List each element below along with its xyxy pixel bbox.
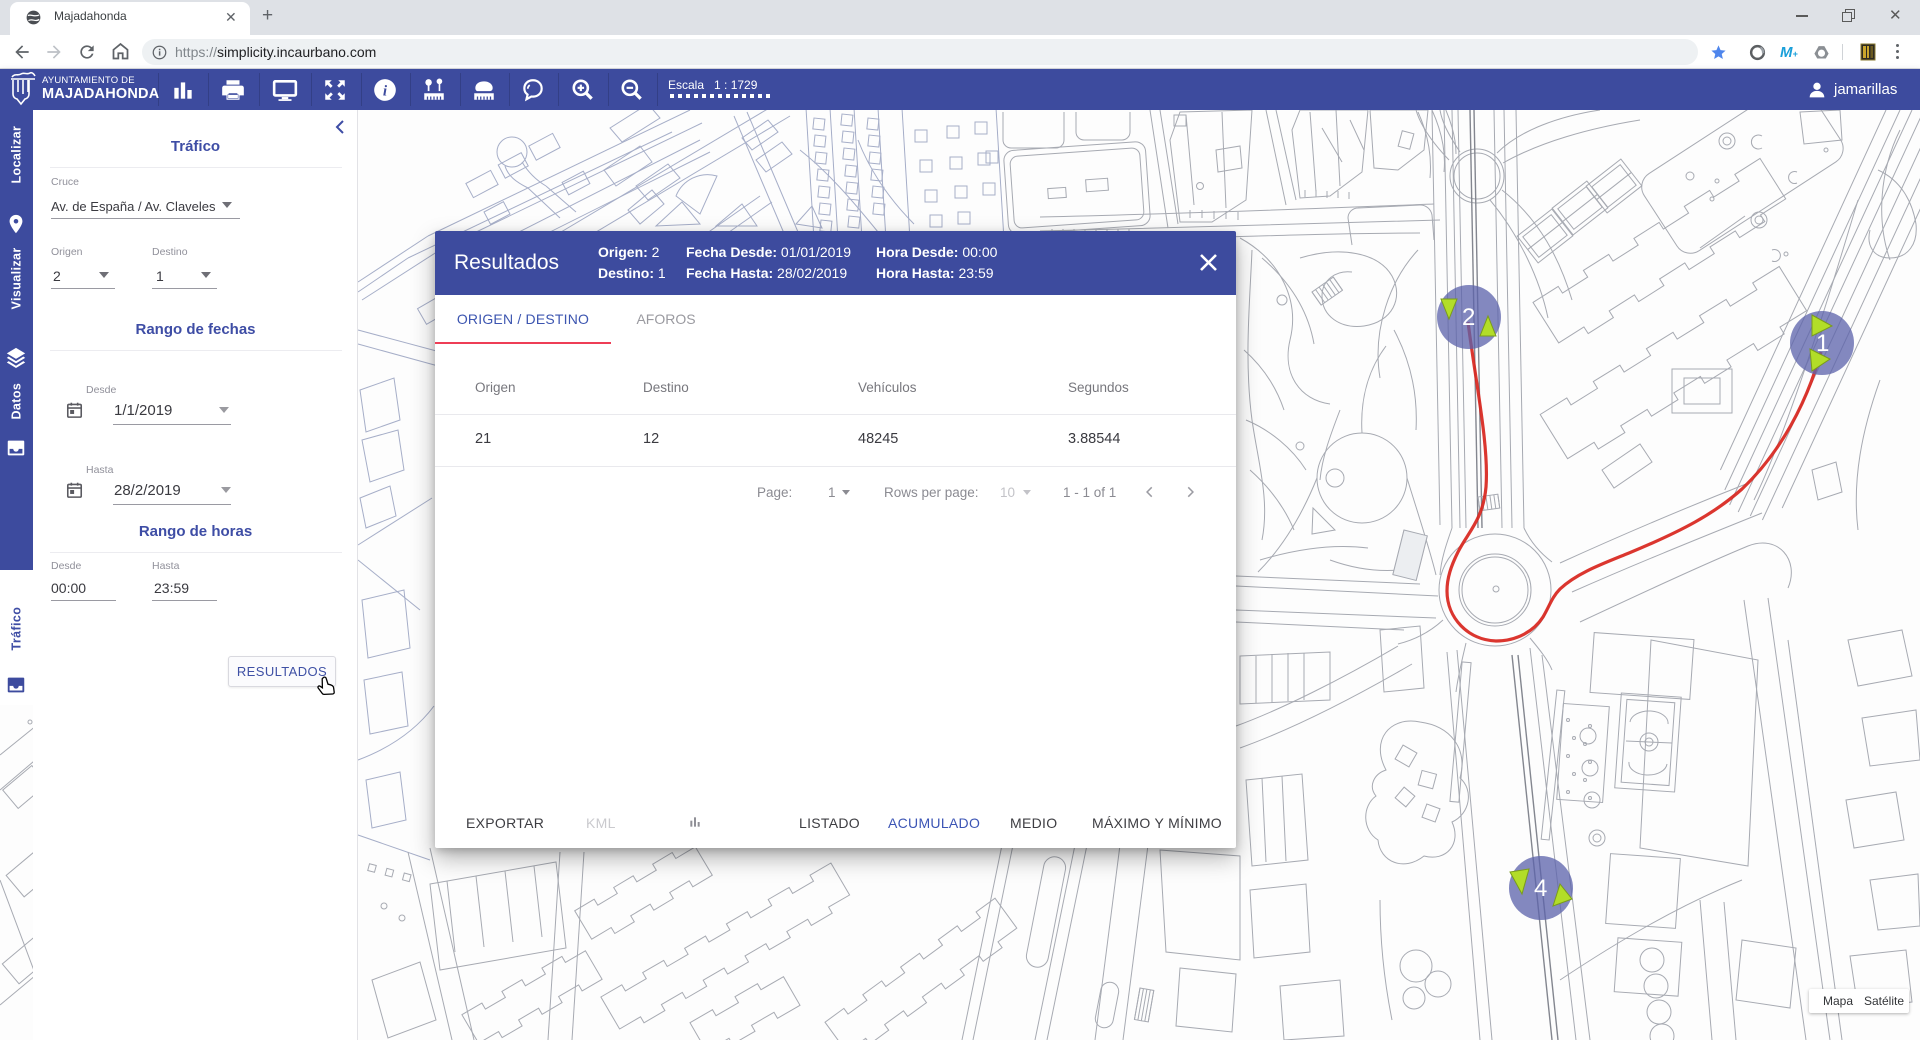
svg-text:2: 2 (1462, 304, 1475, 331)
svg-text:4: 4 (1534, 875, 1547, 902)
svg-text:1: 1 (1816, 330, 1829, 357)
